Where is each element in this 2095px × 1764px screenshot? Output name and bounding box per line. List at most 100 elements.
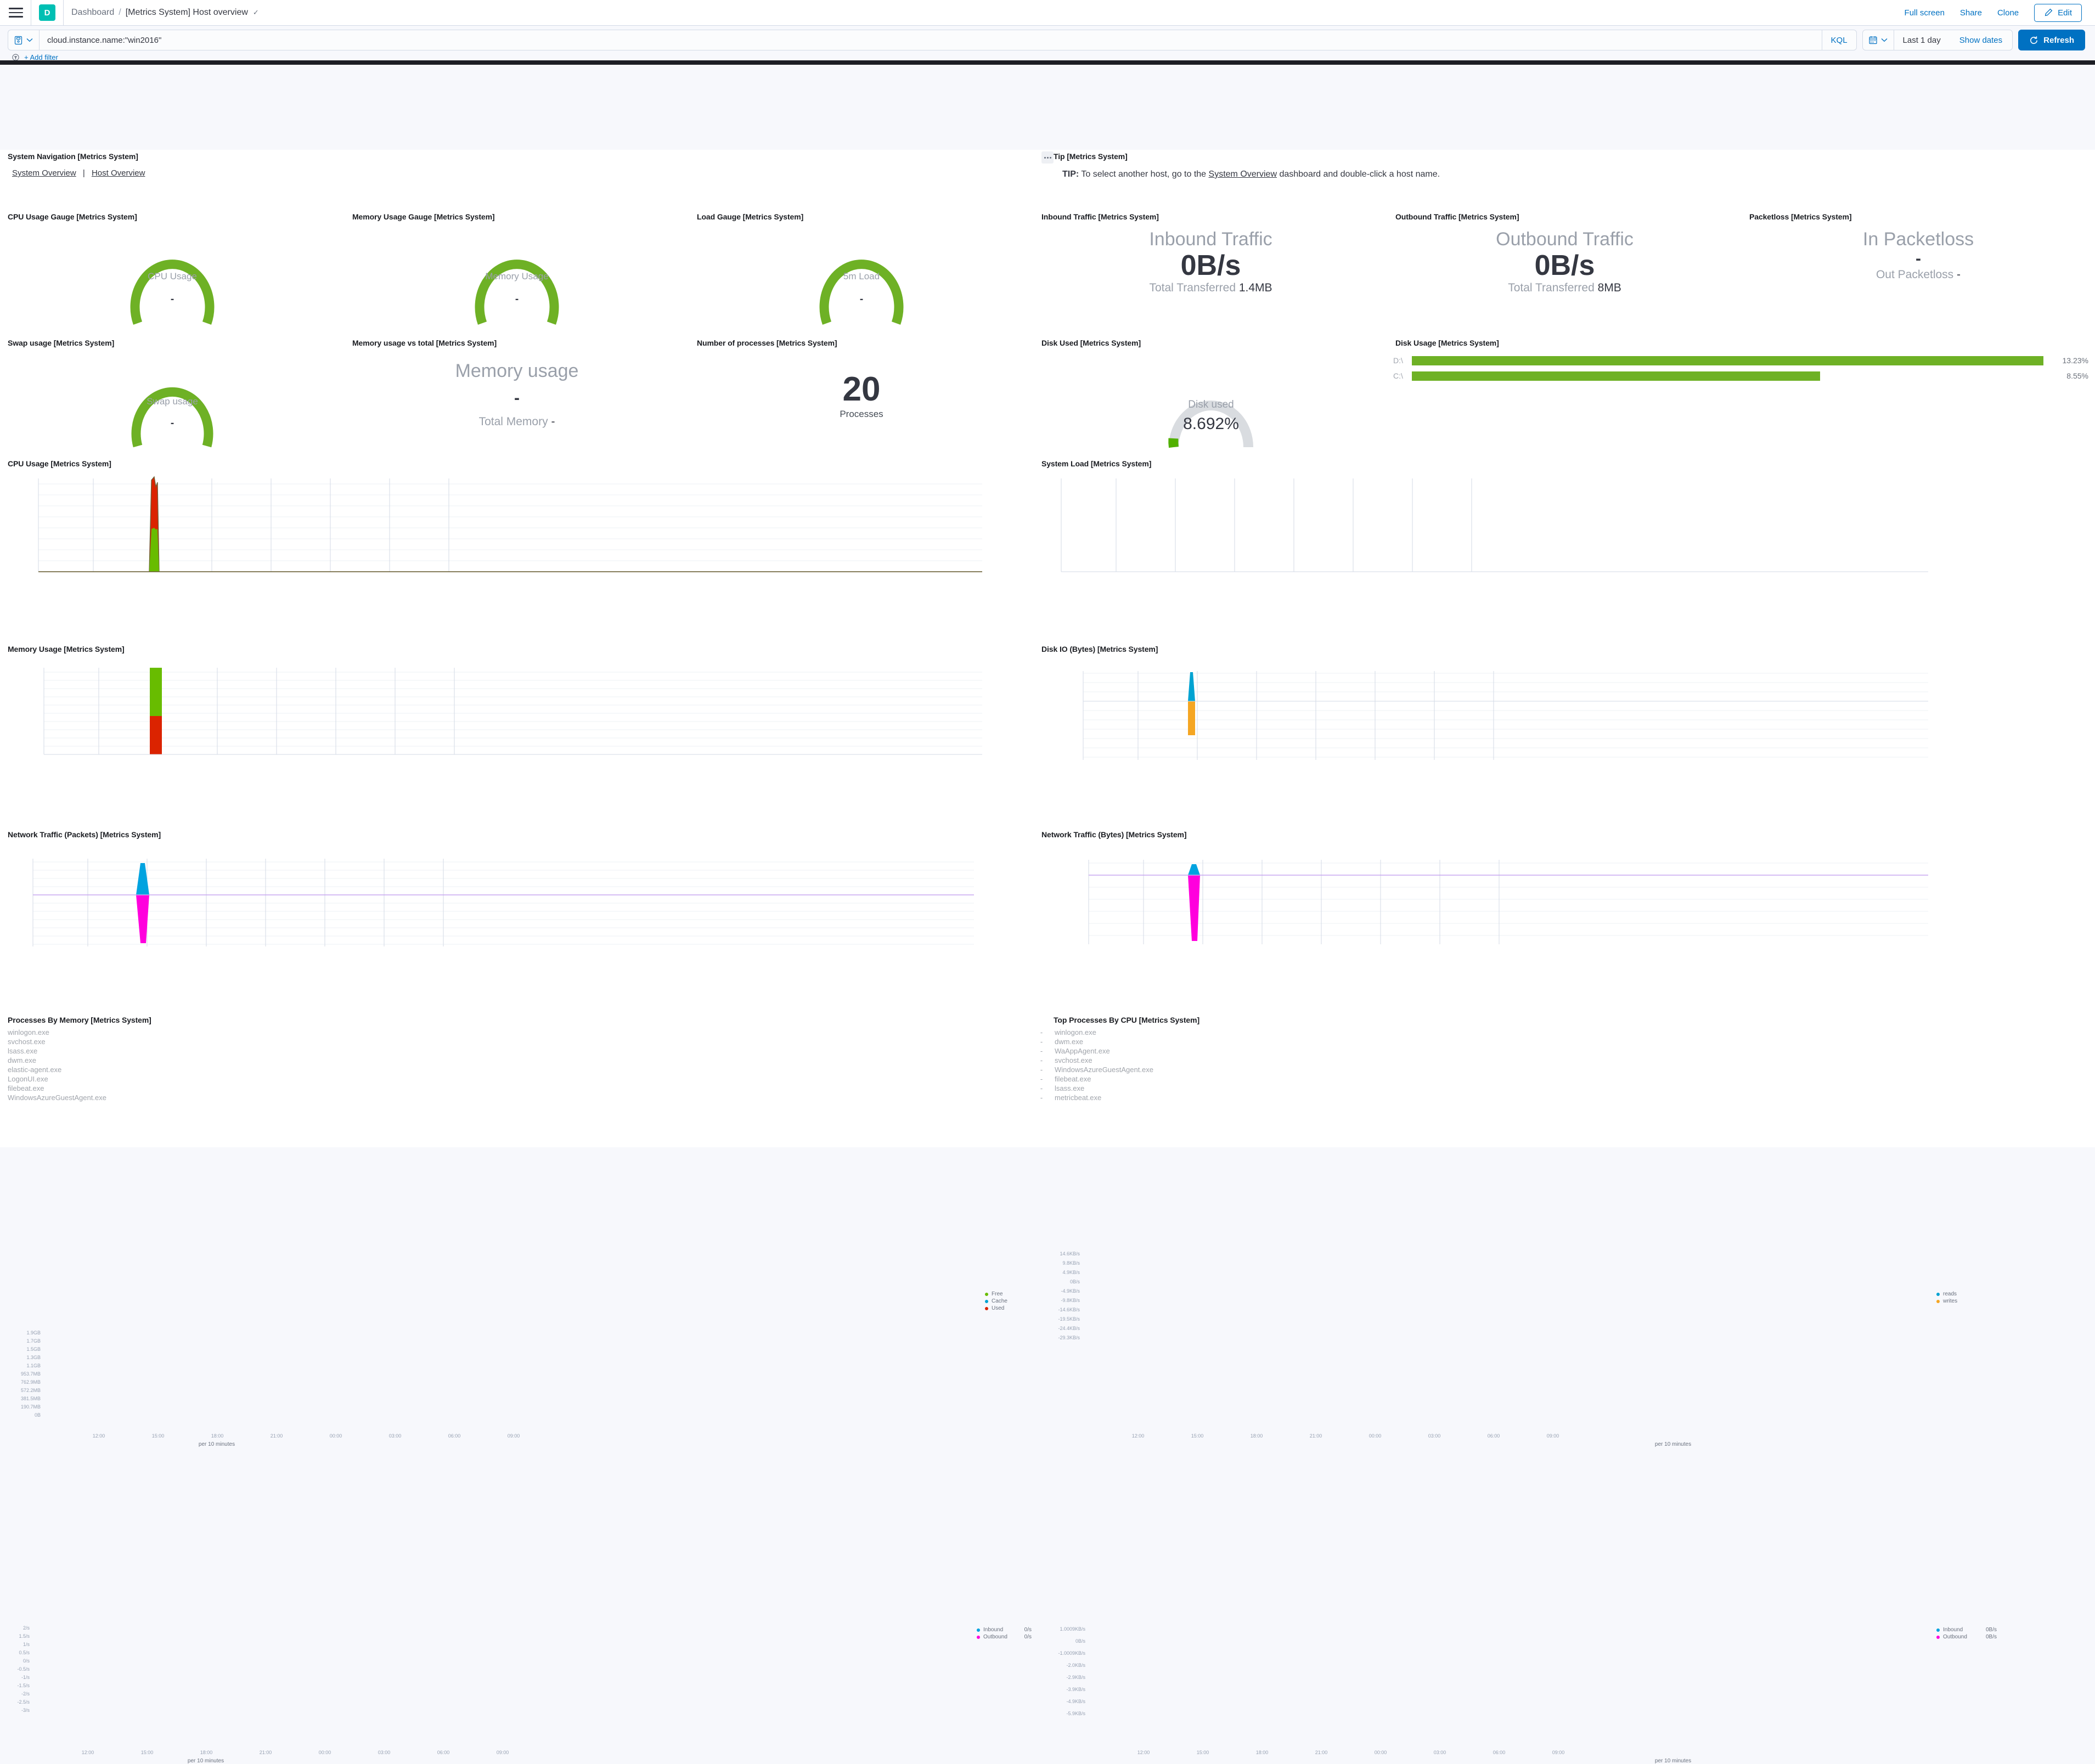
gauge-value: - (171, 418, 174, 429)
metric-subvalue: - (1957, 268, 1961, 281)
metric-label: Outbound Traffic (1496, 229, 1634, 250)
panel-disk-io-chart: Disk IO (Bytes) [Metrics System] 14.6KB/… (1034, 643, 2095, 1447)
axis-tick: -2/s (21, 1691, 30, 1697)
memory-usage-chart[interactable] (0, 656, 1034, 815)
saved-query-button[interactable] (8, 30, 39, 50)
axis-tick: -14.6KB/s (1058, 1307, 1080, 1312)
legend-item[interactable]: Free (985, 1290, 1007, 1298)
panel-context-menu-button[interactable] (1041, 151, 1054, 164)
legend-value: 0/s (1024, 1627, 1032, 1633)
axis-tick: 1.3GB (26, 1355, 41, 1360)
system-load-chart[interactable] (1034, 470, 2095, 629)
list-item[interactable]: - WaAppAgent.exe (1034, 1046, 2095, 1056)
axis-tick: 06:00 (1493, 1750, 1506, 1755)
axis-tick: 572.2MB (20, 1388, 41, 1393)
axis-tick: 381.5MB (20, 1396, 41, 1401)
axis-tick: 18:00 (200, 1750, 213, 1755)
panel-title: Outbound Traffic [Metrics System] (1395, 212, 1519, 221)
legend-item[interactable]: Inbound 0B/s (1936, 1626, 1997, 1633)
link-system-overview[interactable]: System Overview (1209, 170, 1277, 179)
edit-button[interactable]: Edit (2034, 3, 2082, 22)
list-item[interactable]: winlogon.exe (8, 1028, 1034, 1037)
legend-item[interactable]: Outbound 0B/s (1936, 1633, 1997, 1641)
list-item[interactable]: elastic-agent.exe (8, 1065, 1034, 1074)
link-host-overview[interactable]: Host Overview (92, 168, 145, 178)
memory-usage-gauge: Memory Usage - (345, 221, 689, 347)
x-axis-label: per 10 minutes (1654, 1441, 1692, 1447)
legend-item[interactable]: writes (1936, 1298, 1957, 1305)
legend-item[interactable]: reads (1936, 1290, 1957, 1298)
time-range-value[interactable]: Last 1 day (1894, 30, 1950, 50)
list-item[interactable]: filebeat.exe (8, 1084, 1034, 1093)
list-item[interactable]: - lsass.exe (1034, 1084, 2095, 1093)
gauge-label: Swap usage (147, 396, 198, 407)
disk-label: C:\ (1393, 371, 1403, 380)
axis-tick: -2.5/s (17, 1699, 30, 1705)
disk-io-chart[interactable] (1034, 656, 2095, 815)
axis-tick: 15:00 (151, 1433, 165, 1439)
legend-label: Outbound (1943, 1634, 1967, 1640)
metric-sublabel: Out Packetloss - (1876, 268, 1961, 281)
legend-label: Inbound (983, 1627, 1004, 1633)
legend-color-swatch (985, 1292, 988, 1296)
gauge-value: - (860, 294, 863, 305)
network-bytes-chart[interactable] (1034, 841, 2095, 1000)
legend-item[interactable]: Outbound 0/s (977, 1633, 1032, 1641)
network-packets-chart[interactable] (0, 841, 1034, 1000)
axis-tick: 18:00 (211, 1433, 224, 1439)
panel-tip: Tip [Metrics System] TIP: To select anot… (1034, 150, 2095, 210)
list-bullet: - (1040, 1028, 1043, 1036)
axis-tick: 03:00 (1428, 1433, 1441, 1439)
process-name: metricbeat.exe (1055, 1094, 1102, 1102)
list-item[interactable]: - winlogon.exe (1034, 1028, 2095, 1037)
table-row[interactable]: D:\ 13.23% (1393, 355, 2095, 366)
list-item[interactable]: LogonUI.exe (8, 1074, 1034, 1084)
list-item[interactable]: dwm.exe (8, 1056, 1034, 1065)
legend-label: writes (1943, 1298, 1958, 1304)
panel-cpu-usage-chart: CPU Usage [Metrics System] 0.8% 0.7% 0.6… (0, 457, 1034, 1077)
breadcrumb-dashboard[interactable]: Dashboard (71, 8, 114, 18)
legend-label: Inbound (1943, 1627, 1963, 1633)
axis-tick: 0B (34, 1412, 41, 1418)
chevron-down-icon[interactable]: ✓ (253, 8, 259, 17)
date-picker: Last 1 day Show dates (1862, 30, 2013, 50)
list-bullet: - (1040, 1066, 1043, 1074)
table-row[interactable]: C:\ 8.55% (1393, 370, 2095, 381)
process-name: filebeat.exe (8, 1084, 44, 1092)
legend-item[interactable]: Inbound 0/s (977, 1626, 1032, 1633)
menu-icon[interactable] (9, 5, 23, 20)
axis-tick: 953.7MB (20, 1371, 41, 1377)
axis-tick: -3.9KB/s (1066, 1687, 1085, 1692)
list-item[interactable]: svchost.exe (8, 1037, 1034, 1046)
legend-item[interactable]: Cache (985, 1298, 1007, 1305)
query-language-button[interactable]: KQL (1822, 30, 1857, 50)
list-item[interactable]: lsass.exe (8, 1046, 1034, 1056)
calendar-quick-select-button[interactable] (1863, 30, 1894, 50)
link-system-overview[interactable]: System Overview (12, 168, 76, 178)
x-axis-label: per 10 minutes (198, 1441, 235, 1447)
list-item[interactable]: - metricbeat.exe (1034, 1093, 2095, 1102)
list-item[interactable]: - WindowsAzureGuestAgent.exe (1034, 1065, 2095, 1074)
panel-title: Tip [Metrics System] (1054, 152, 1128, 161)
clone-button[interactable]: Clone (1997, 8, 2019, 18)
list-item[interactable]: - filebeat.exe (1034, 1074, 2095, 1084)
axis-tick: 03:00 (388, 1433, 402, 1439)
refresh-button[interactable]: Refresh (2018, 30, 2085, 50)
list-item[interactable]: - dwm.exe (1034, 1037, 2095, 1046)
axis-tick: 18:00 (1250, 1433, 1263, 1439)
cpu-usage-chart[interactable] (0, 470, 1034, 629)
list-item[interactable]: WindowsAzureGuestAgent.exe (8, 1093, 1034, 1102)
list-item[interactable]: - svchost.exe (1034, 1056, 2095, 1065)
series-reads (1188, 672, 1195, 701)
panel-title: Disk IO (Bytes) [Metrics System] (1041, 645, 1158, 653)
axis-tick: 12:00 (81, 1750, 94, 1755)
show-dates-button[interactable]: Show dates (1950, 30, 2012, 50)
refresh-icon (2030, 36, 2038, 44)
full-screen-button[interactable]: Full screen (1905, 8, 1945, 18)
disk-bar-fill (1412, 371, 1821, 381)
search-input[interactable]: cloud.instance.name:"win2016" (39, 30, 1822, 50)
legend-item[interactable]: Used (985, 1305, 1007, 1312)
app-logo[interactable]: D (39, 4, 55, 21)
share-button[interactable]: Share (1960, 8, 1982, 18)
disk-percent: 8.55% (2066, 371, 2088, 380)
